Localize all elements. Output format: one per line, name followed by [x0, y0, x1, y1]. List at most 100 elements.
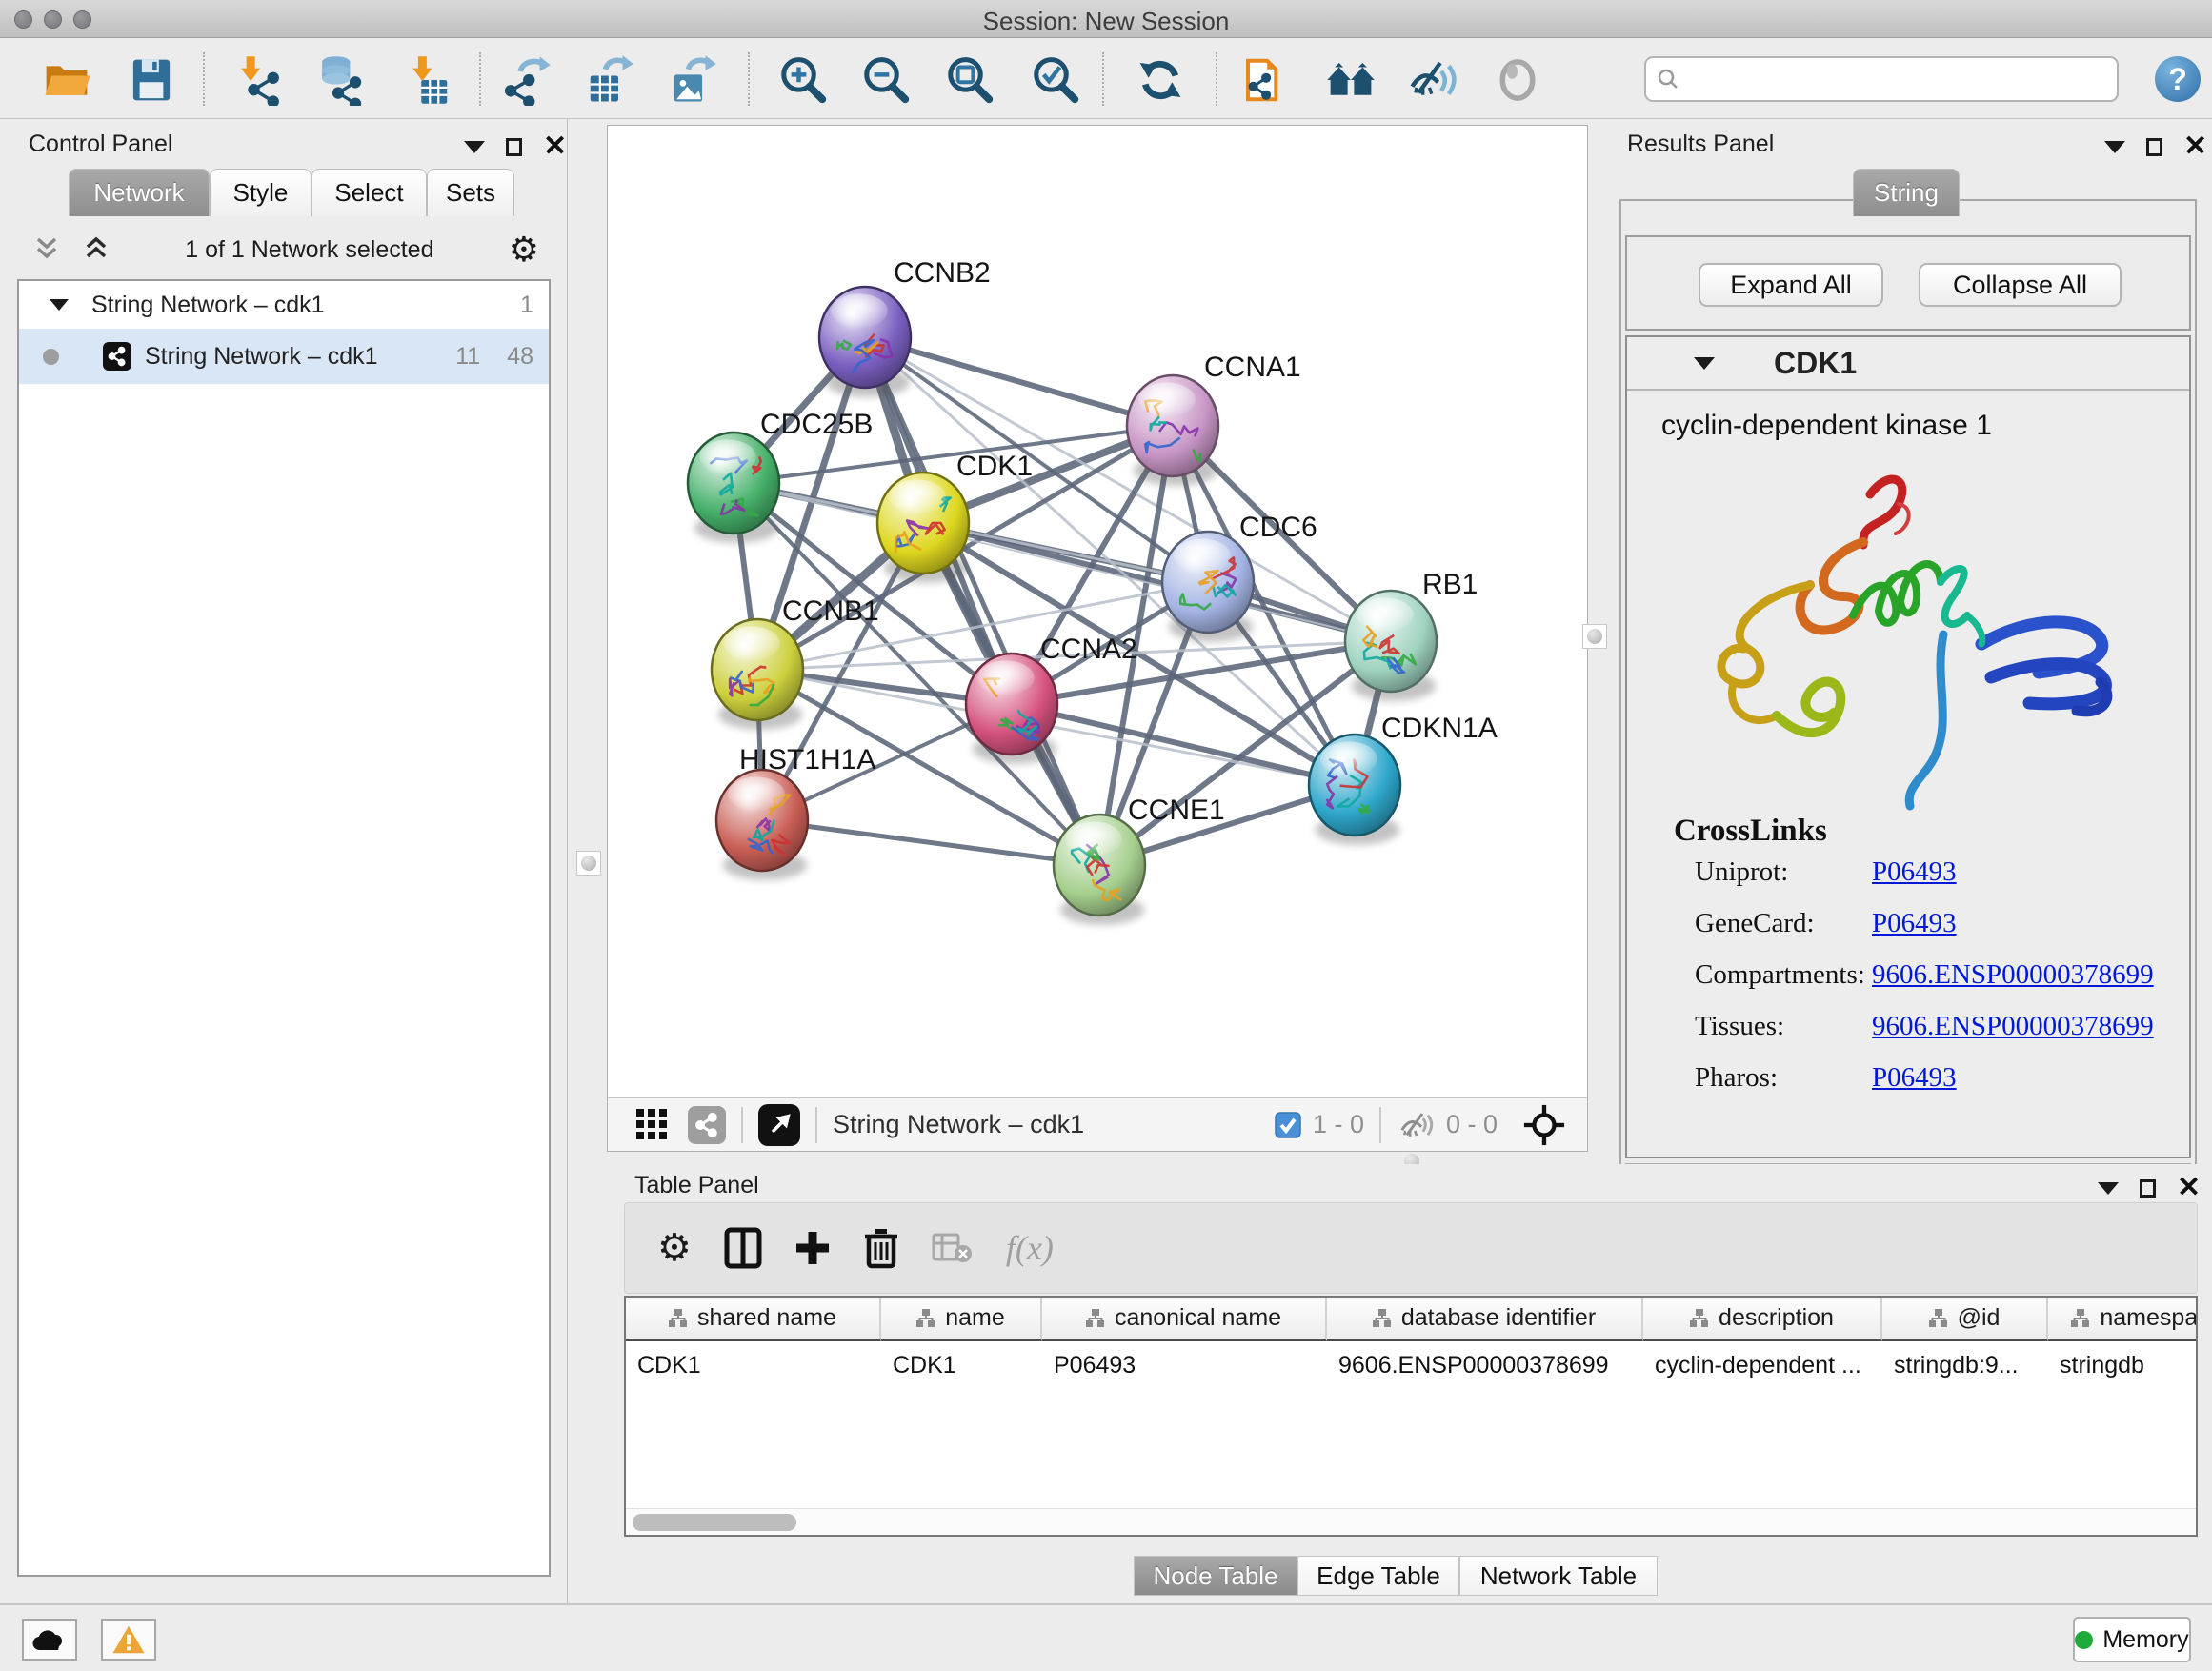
string-view-icon[interactable]	[688, 1106, 726, 1144]
column-header-namespace[interactable]: namespace	[2048, 1298, 2198, 1341]
table-cell[interactable]: P06493	[1042, 1344, 1327, 1386]
network-edge[interactable]	[865, 337, 1173, 426]
collapse-all-chevron-icon[interactable]	[82, 235, 111, 264]
column-header-sharedname[interactable]: shared name	[626, 1298, 881, 1341]
table-cell[interactable]: CDK1	[881, 1344, 1042, 1386]
memory-button[interactable]: Memory	[2073, 1617, 2191, 1662]
collapse-panel-icon[interactable]	[2104, 141, 2125, 153]
scrollbar-thumb[interactable]	[633, 1514, 796, 1531]
network-collection-row[interactable]: String Network – cdk1 1	[19, 281, 549, 329]
hide-show-button[interactable]	[1408, 54, 1459, 106]
network-edge[interactable]	[865, 337, 1099, 865]
network-node-CDKN1A[interactable]: CDKN1A	[1309, 713, 1498, 836]
export-network-button[interactable]	[501, 54, 553, 106]
show-columns-icon[interactable]	[724, 1227, 762, 1269]
collapse-panel-icon[interactable]	[2098, 1182, 2119, 1195]
network-node-CDK1[interactable]: CDK1	[877, 451, 1033, 574]
close-panel-icon[interactable]: ✕	[2183, 137, 2207, 156]
crosslinks-heading: CrossLinks	[1674, 814, 1827, 849]
crosslink-value-link[interactable]: P06493	[1872, 856, 1957, 887]
collapse-panel-icon[interactable]	[464, 141, 485, 153]
zoom-out-button[interactable]	[860, 54, 912, 106]
network-canvas[interactable]: CCNB2CCNA1CDC25BCDK1CDC6RB1CCNB1CCNA2CDK…	[608, 126, 1587, 1097]
close-panel-icon[interactable]: ✕	[2177, 1178, 2201, 1198]
import-network-file-button[interactable]	[232, 54, 284, 106]
tab-select[interactable]: Select	[312, 169, 427, 216]
gene-section-header[interactable]: CDK1	[1627, 337, 2189, 391]
column-header-id[interactable]: @id	[1882, 1298, 2048, 1341]
save-session-button[interactable]	[126, 54, 177, 106]
export-table-button[interactable]	[584, 54, 635, 106]
tab-edge-table[interactable]: Edge Table	[1297, 1556, 1459, 1596]
network-node-RB1[interactable]: RB1	[1345, 569, 1478, 692]
crosslink-value-link[interactable]: P06493	[1872, 908, 1957, 938]
crosslink-value-link[interactable]: P06493	[1872, 1062, 1957, 1093]
table-cell[interactable]: stringdb:9...	[1882, 1344, 2048, 1386]
table-options-gear-icon[interactable]: ⚙	[657, 1231, 692, 1265]
close-panel-icon[interactable]: ✕	[543, 137, 567, 156]
network-node-HIST1H1A[interactable]: HIST1H1A	[716, 744, 875, 871]
import-network-database-button[interactable]	[312, 54, 364, 106]
column-header-description[interactable]: description	[1643, 1298, 1882, 1341]
column-header-databaseidentifier[interactable]: database identifier	[1327, 1298, 1643, 1341]
network-node-CDC25B[interactable]: CDC25B	[688, 409, 873, 534]
share-document-button[interactable]	[1239, 54, 1291, 106]
gene-symbol: CDK1	[1774, 346, 1857, 381]
fit-selection-crosshair-icon[interactable]	[1522, 1103, 1566, 1147]
section-collapse-icon[interactable]	[1694, 357, 1715, 370]
zoom-selected-button[interactable]	[1030, 54, 1081, 106]
warning-status-button[interactable]	[101, 1619, 156, 1661]
float-panel-icon[interactable]	[2146, 138, 2162, 156]
crosslink-value-link[interactable]: 9606.ENSP00000378699	[1872, 1011, 2154, 1041]
cloud-status-button[interactable]	[22, 1619, 77, 1661]
column-header-canonicalname[interactable]: canonical name	[1042, 1298, 1327, 1341]
column-header-name[interactable]: name	[881, 1298, 1042, 1341]
tab-string[interactable]: String	[1853, 169, 1960, 216]
tab-style[interactable]: Style	[210, 169, 312, 216]
network-node-CCNB1[interactable]: CCNB1	[712, 595, 879, 720]
table-cell[interactable]: cyclin-dependent ...	[1643, 1344, 1882, 1386]
column-type-icon	[1086, 1308, 1105, 1329]
zoom-in-button[interactable]	[777, 54, 829, 106]
zoom-fit-button[interactable]	[944, 54, 995, 106]
import-table-file-button[interactable]	[402, 54, 453, 106]
tab-network-table[interactable]: Network Table	[1459, 1556, 1658, 1596]
inspect-sphere-button[interactable]	[1492, 54, 1543, 106]
help-button[interactable]: ?	[2155, 56, 2201, 102]
network-node-CCNA1[interactable]: CCNA1	[1127, 352, 1301, 476]
expand-all-button[interactable]: Expand All	[1699, 263, 1883, 307]
tab-node-table[interactable]: Node Table	[1134, 1556, 1297, 1596]
network-edge[interactable]	[762, 820, 1099, 865]
table-cell[interactable]: CDK1	[626, 1344, 881, 1386]
network-options-gear-icon[interactable]: ⚙	[509, 232, 539, 267]
right-splitter-handle[interactable]	[1582, 624, 1607, 649]
tab-sets[interactable]: Sets	[427, 169, 514, 216]
collapse-all-button[interactable]: Collapse All	[1919, 263, 2122, 307]
string-home-button[interactable]	[1325, 54, 1377, 106]
control-panel: Control Panel ✕ NetworkStyleSelectSets 1…	[0, 119, 568, 1603]
table-cell[interactable]: 9606.ENSP00000378699	[1327, 1344, 1643, 1386]
delete-column-icon[interactable]	[863, 1227, 899, 1269]
left-splitter-handle[interactable]	[576, 851, 601, 876]
tab-network[interactable]: Network	[69, 169, 210, 216]
selected-nodes-checkbox-icon[interactable]	[1275, 1112, 1301, 1138]
expand-all-chevron-icon[interactable]	[32, 235, 61, 264]
column-type-icon	[1373, 1308, 1392, 1329]
export-image-button[interactable]	[667, 54, 718, 106]
network-node-CCNE1[interactable]: CCNE1	[1054, 795, 1225, 916]
float-panel-icon[interactable]	[506, 138, 522, 156]
search-input[interactable]	[1680, 65, 2090, 93]
float-panel-icon[interactable]	[2140, 1179, 2156, 1198]
open-session-button[interactable]	[41, 54, 92, 106]
birds-eye-view-icon[interactable]	[758, 1104, 800, 1146]
table-horizontal-scrollbar[interactable]	[626, 1508, 2196, 1535]
refresh-layout-button[interactable]	[1135, 54, 1186, 106]
grid-view-icon[interactable]	[634, 1107, 671, 1143]
table-cell[interactable]: stringdb	[2048, 1344, 2198, 1386]
network-row-selected[interactable]: String Network – cdk1 11 48	[19, 329, 549, 384]
table-panel: Table Panel ✕ ⚙ f(x) shared nameCDK1name…	[607, 1164, 2212, 1603]
crosslink-value-link[interactable]: 9606.ENSP00000378699	[1872, 959, 2154, 990]
add-column-icon[interactable]	[794, 1230, 831, 1266]
tree-expand-icon[interactable]	[50, 299, 69, 311]
hidden-eye-icon[interactable]	[1397, 1109, 1437, 1141]
